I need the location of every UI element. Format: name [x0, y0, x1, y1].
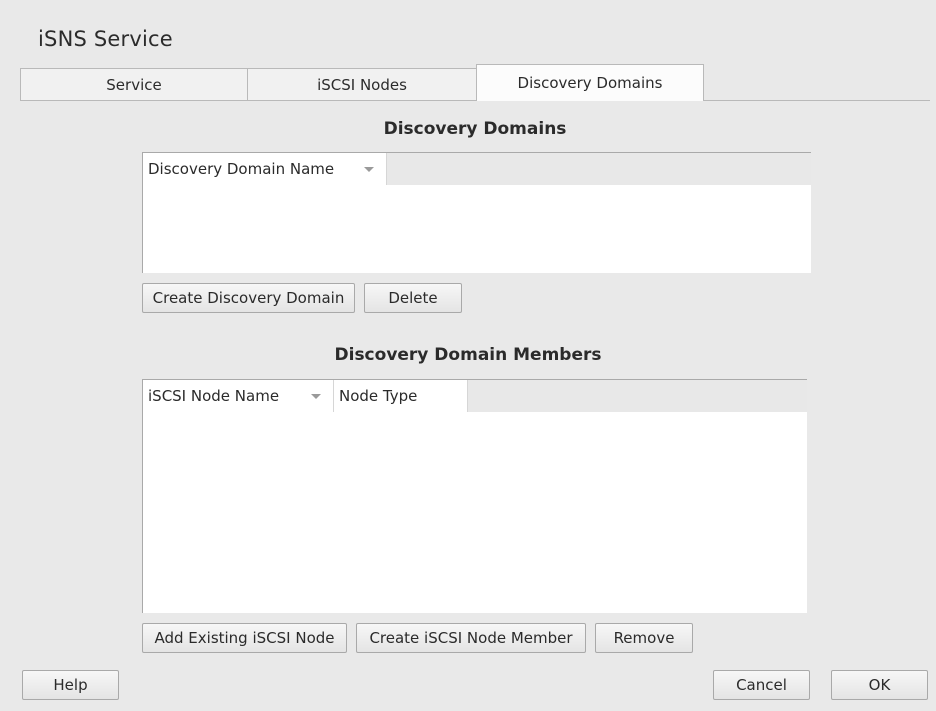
delete-button[interactable]: Delete: [364, 283, 462, 313]
tab-service-label: Service: [106, 75, 162, 94]
tab-baseline: [20, 100, 930, 101]
add-existing-iscsi-node-button[interactable]: Add Existing iSCSI Node: [142, 623, 347, 653]
chevron-down-icon: [311, 394, 321, 399]
column-header-label: Node Type: [339, 387, 418, 405]
window-title: iSNS Service: [38, 27, 173, 51]
discovery-domain-members-heading: Discovery Domain Members: [334, 345, 602, 365]
discovery-domains-heading: Discovery Domains: [383, 119, 567, 139]
create-discovery-domain-button[interactable]: Create Discovery Domain: [142, 283, 355, 313]
chevron-down-icon: [364, 167, 374, 172]
remove-button[interactable]: Remove: [595, 623, 693, 653]
column-header-iscsi-node-name[interactable]: iSCSI Node Name: [143, 380, 334, 412]
tab-iscsi-nodes-label: iSCSI Nodes: [317, 75, 407, 94]
create-iscsi-node-member-button[interactable]: Create iSCSI Node Member: [356, 623, 586, 653]
ok-button[interactable]: OK: [831, 670, 928, 700]
help-button[interactable]: Help: [22, 670, 119, 700]
column-header-label: iSCSI Node Name: [148, 387, 280, 405]
column-header-node-type[interactable]: Node Type: [334, 380, 468, 412]
discovery-domains-table[interactable]: Discovery Domain Name: [142, 152, 811, 273]
discovery-domain-members-table[interactable]: iSCSI Node Name Node Type: [142, 379, 807, 613]
column-header-discovery-domain-name[interactable]: Discovery Domain Name: [143, 153, 387, 185]
tab-discovery-domains[interactable]: Discovery Domains: [476, 64, 704, 101]
column-header-label: Discovery Domain Name: [148, 160, 335, 178]
tab-bar: Service iSCSI Nodes Discovery Domains: [20, 64, 930, 101]
discovery-domains-table-header: Discovery Domain Name: [143, 153, 811, 185]
discovery-domain-members-table-header: iSCSI Node Name Node Type: [143, 380, 807, 412]
tab-iscsi-nodes[interactable]: iSCSI Nodes: [247, 68, 477, 100]
tab-service[interactable]: Service: [20, 68, 248, 100]
cancel-button[interactable]: Cancel: [713, 670, 810, 700]
tab-discovery-domains-label: Discovery Domains: [517, 74, 663, 92]
